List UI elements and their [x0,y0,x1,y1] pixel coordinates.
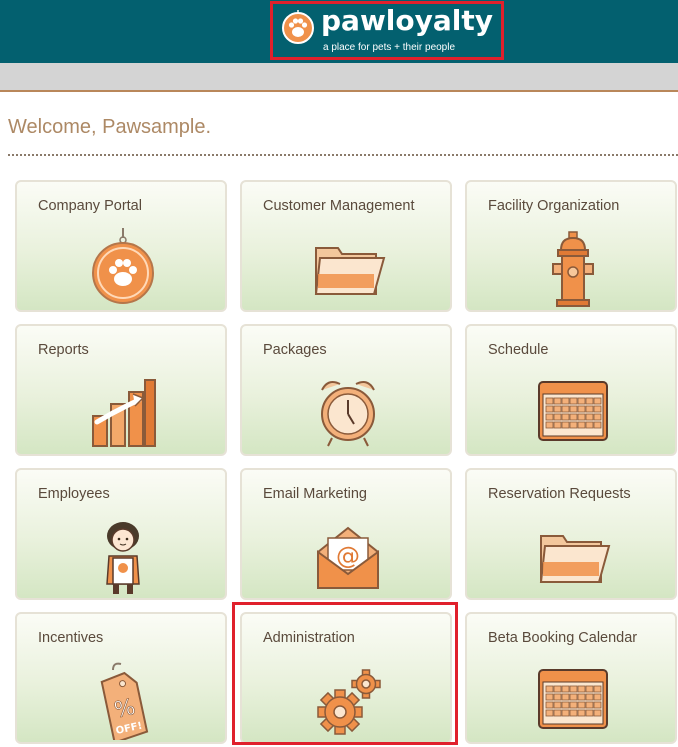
tile-label: Facility Organization [488,198,620,214]
tile-packages[interactable]: Packages [240,324,452,456]
tile-reports[interactable]: Reports [15,324,227,456]
navigation-bar [0,63,678,92]
welcome-message: Welcome, Pawsample. [8,116,212,138]
employee-icon [106,522,140,594]
discount-tag-icon: % OFF! [100,662,149,740]
tile-label: Email Marketing [263,486,367,502]
tile-beta-booking-calendar[interactable]: Beta Booking Calendar [465,612,677,744]
tile-email-marketing[interactable]: Email Marketing @ [240,468,452,600]
tile-label: Incentives [38,630,104,646]
tile-company-portal[interactable]: Company Portal [15,180,227,312]
tile-label: Customer Management [263,198,415,214]
calendar-icon [538,381,608,441]
tile-label: Reservation Requests [488,486,631,502]
administration-highlight [232,602,458,745]
envelope-icon: @ [317,526,379,589]
bar-chart-icon [92,379,156,447]
tile-facility-organization[interactable]: Facility Organization [465,180,677,312]
tile-incentives[interactable]: Incentives % OFF! [15,612,227,744]
paw-logo-icon [282,10,314,44]
dotted-divider [8,154,678,156]
brand-name: pawloyalty [321,4,494,37]
alarm-clock-icon [321,381,375,447]
tile-label: Packages [263,342,327,358]
folder-icon [314,247,386,295]
brand-tagline: a place for pets + their people [323,42,456,53]
tile-label: Company Portal [38,198,142,214]
email-at-symbol: @ [336,542,360,570]
folder-icon [539,535,611,583]
brand-logo[interactable]: pawloyalty a place for pets + their peop… [270,1,504,60]
tile-employees[interactable]: Employees [15,468,227,600]
tile-reservation-requests[interactable]: Reservation Requests [465,468,677,600]
tile-schedule[interactable]: Schedule [465,324,677,456]
fire-hydrant-icon [552,231,594,307]
tile-label: Reports [38,342,89,358]
tile-label: Schedule [488,342,549,358]
calendar-icon [538,669,608,729]
tile-label: Beta Booking Calendar [488,630,638,646]
paw-tag-icon [92,228,154,304]
app-header: pawloyalty a place for pets + their peop… [0,0,678,63]
tile-customer-management[interactable]: Customer Management [240,180,452,312]
tile-label: Employees [38,486,110,502]
